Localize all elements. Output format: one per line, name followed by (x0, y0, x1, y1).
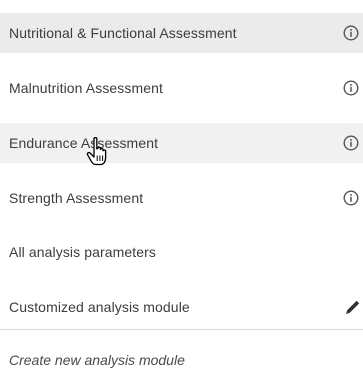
create-label: Create new analysis module (9, 352, 185, 368)
menu-item-label: Malnutrition Assessment (9, 80, 164, 96)
menu-item-label: Endurance Assessment (9, 135, 159, 151)
info-icon[interactable] (343, 135, 359, 151)
menu-item-endurance-assessment[interactable]: Endurance Assessment (0, 123, 363, 163)
menu-item-malnutrition-assessment[interactable]: Malnutrition Assessment (0, 68, 363, 108)
create-new-analysis-module-link[interactable]: Create new analysis module (0, 340, 363, 380)
info-icon[interactable] (343, 80, 359, 96)
menu-item-all-analysis-parameters[interactable]: All analysis parameters (0, 232, 363, 272)
menu-divider (0, 329, 363, 330)
menu-item-strength-assessment[interactable]: Strength Assessment (0, 178, 363, 218)
menu-item-label: Nutritional & Functional Assessment (9, 25, 237, 41)
pencil-icon[interactable] (344, 298, 362, 316)
analysis-module-menu: Nutritional & Functional Assessment Maln… (0, 0, 363, 389)
menu-item-customized-analysis-module[interactable]: Customized analysis module (0, 287, 363, 327)
info-icon[interactable] (343, 25, 359, 41)
info-icon[interactable] (343, 190, 359, 206)
menu-item-label: Customized analysis module (9, 299, 190, 315)
menu-item-nutritional-functional-assessment[interactable]: Nutritional & Functional Assessment (0, 13, 363, 53)
menu-item-label: All analysis parameters (9, 244, 157, 260)
menu-item-label: Strength Assessment (9, 190, 144, 206)
